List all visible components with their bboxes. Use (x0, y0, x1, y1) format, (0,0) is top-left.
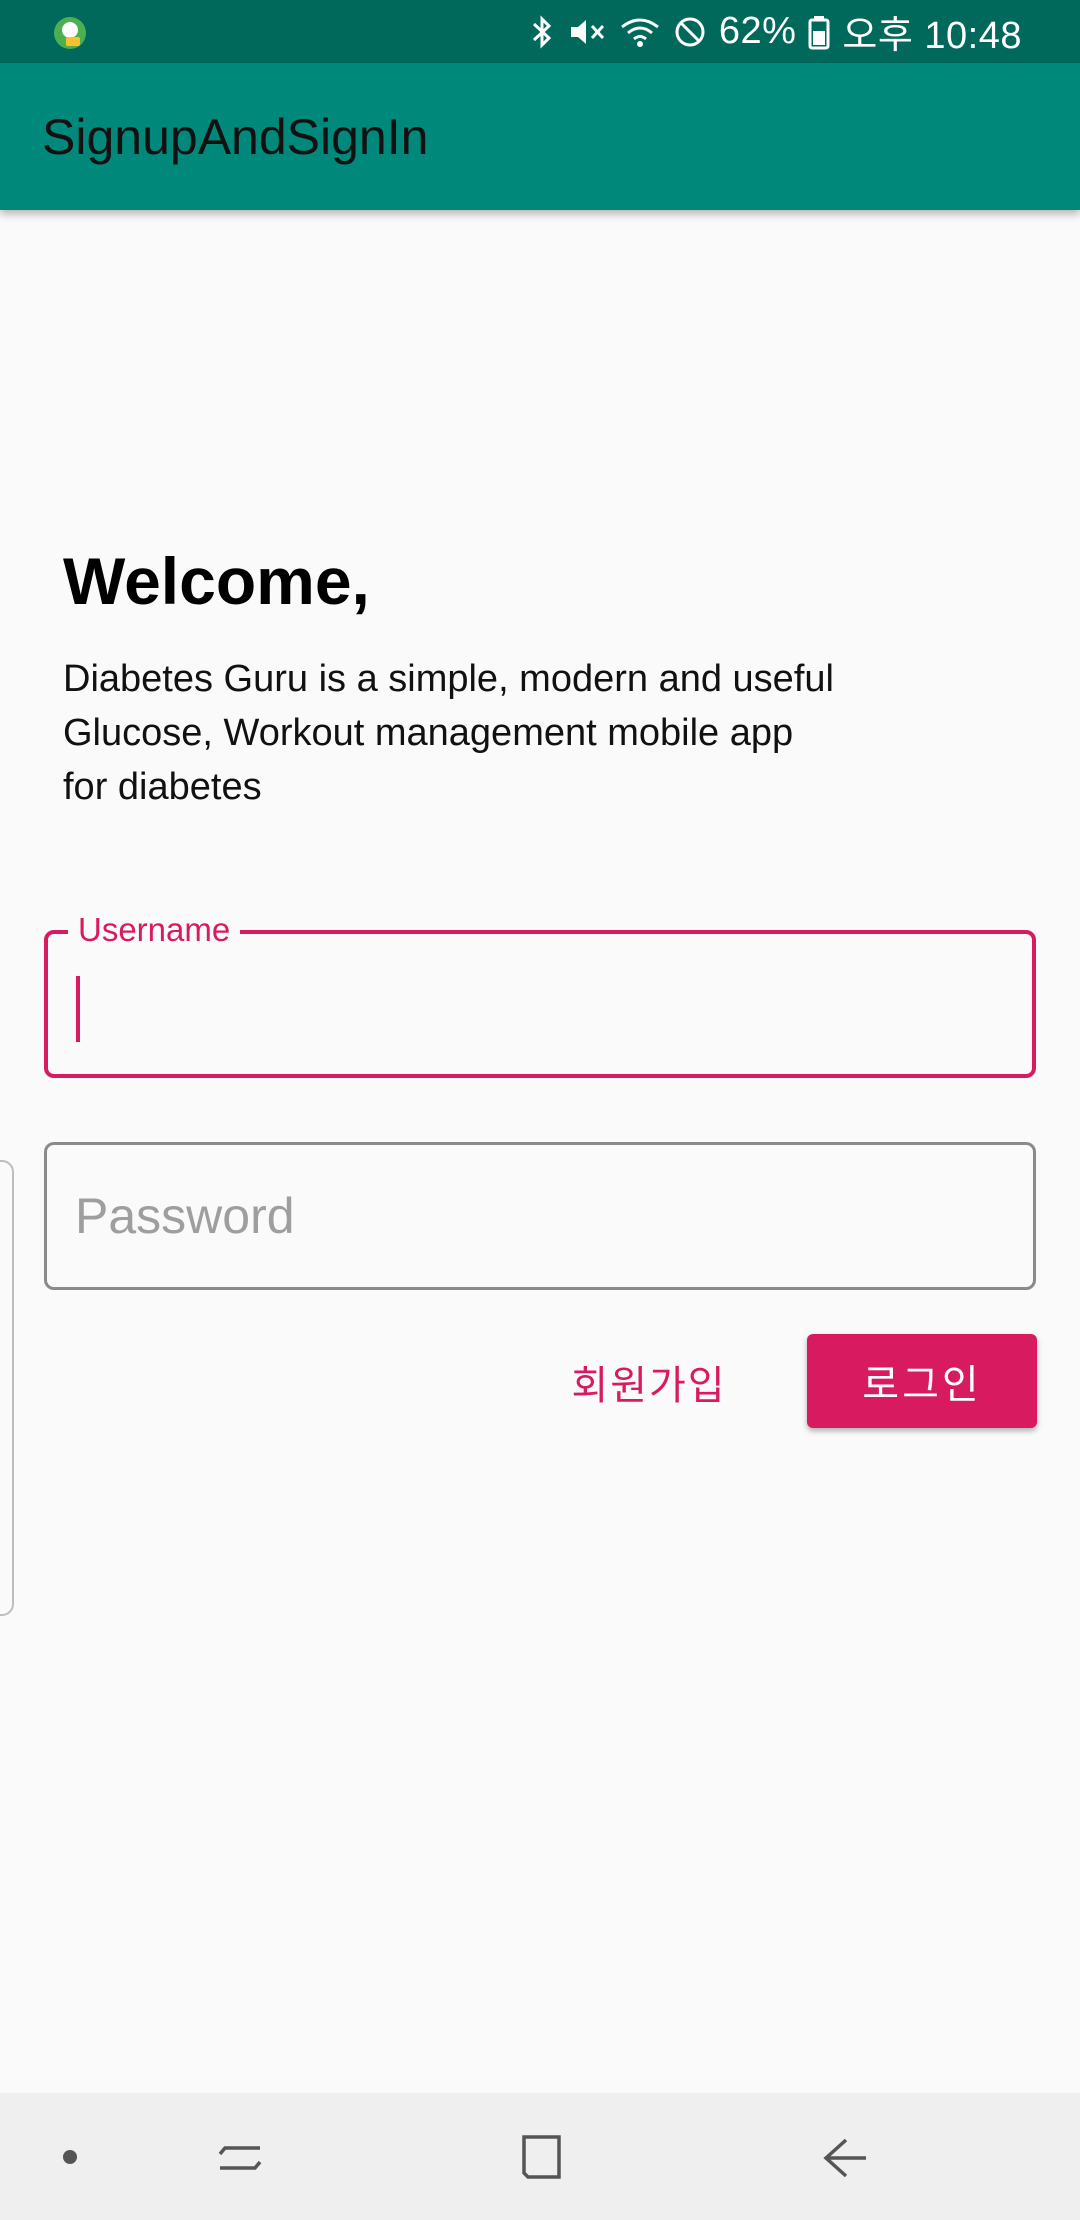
status-time: 오후 10:48 (842, 15, 1022, 57)
username-field[interactable]: Username (44, 910, 1036, 1078)
welcome-title: Welcome, (63, 544, 370, 618)
welcome-description-line: Diabetes Guru is a simple, modern and us… (63, 658, 834, 700)
home-icon (522, 2134, 561, 2179)
recent-apps-icon (218, 2145, 262, 2170)
app-notification-icon (54, 17, 86, 49)
app-bar: SignupAndSignIn (0, 63, 1080, 210)
recent-apps-button[interactable] (190, 2093, 290, 2220)
side-panel-edge (0, 1160, 14, 1616)
password-input[interactable] (47, 1145, 1033, 1287)
dnd-icon (675, 17, 705, 46)
app-title: SignupAndSignIn (42, 109, 429, 165)
welcome-description-line: Glucose, Workout management mobile app (63, 712, 794, 754)
mute-icon (570, 19, 604, 44)
dot-icon (63, 2149, 77, 2164)
status-bar: 62% 오후 10:48 (0, 0, 1080, 63)
nav-dot-button[interactable] (30, 2093, 110, 2220)
signup-button[interactable]: 회원가입 (556, 1336, 742, 1428)
login-button[interactable]: 로그인 (807, 1334, 1037, 1428)
system-nav-bar (0, 2093, 1080, 2220)
home-button[interactable] (490, 2093, 590, 2220)
back-icon (823, 2138, 866, 2177)
battery-icon (808, 15, 830, 49)
password-field[interactable] (44, 1142, 1036, 1290)
username-input[interactable] (48, 934, 1032, 1074)
bluetooth-icon (532, 14, 552, 49)
welcome-description-line: for diabetes (63, 766, 262, 808)
battery-percent: 62% (718, 10, 797, 52)
status-icons: 62% 오후 10:48 (529, 0, 1022, 63)
welcome-description: Diabetes Guru is a simple, modern and us… (63, 652, 943, 814)
wifi-icon (620, 18, 659, 47)
back-button[interactable] (795, 2093, 895, 2220)
